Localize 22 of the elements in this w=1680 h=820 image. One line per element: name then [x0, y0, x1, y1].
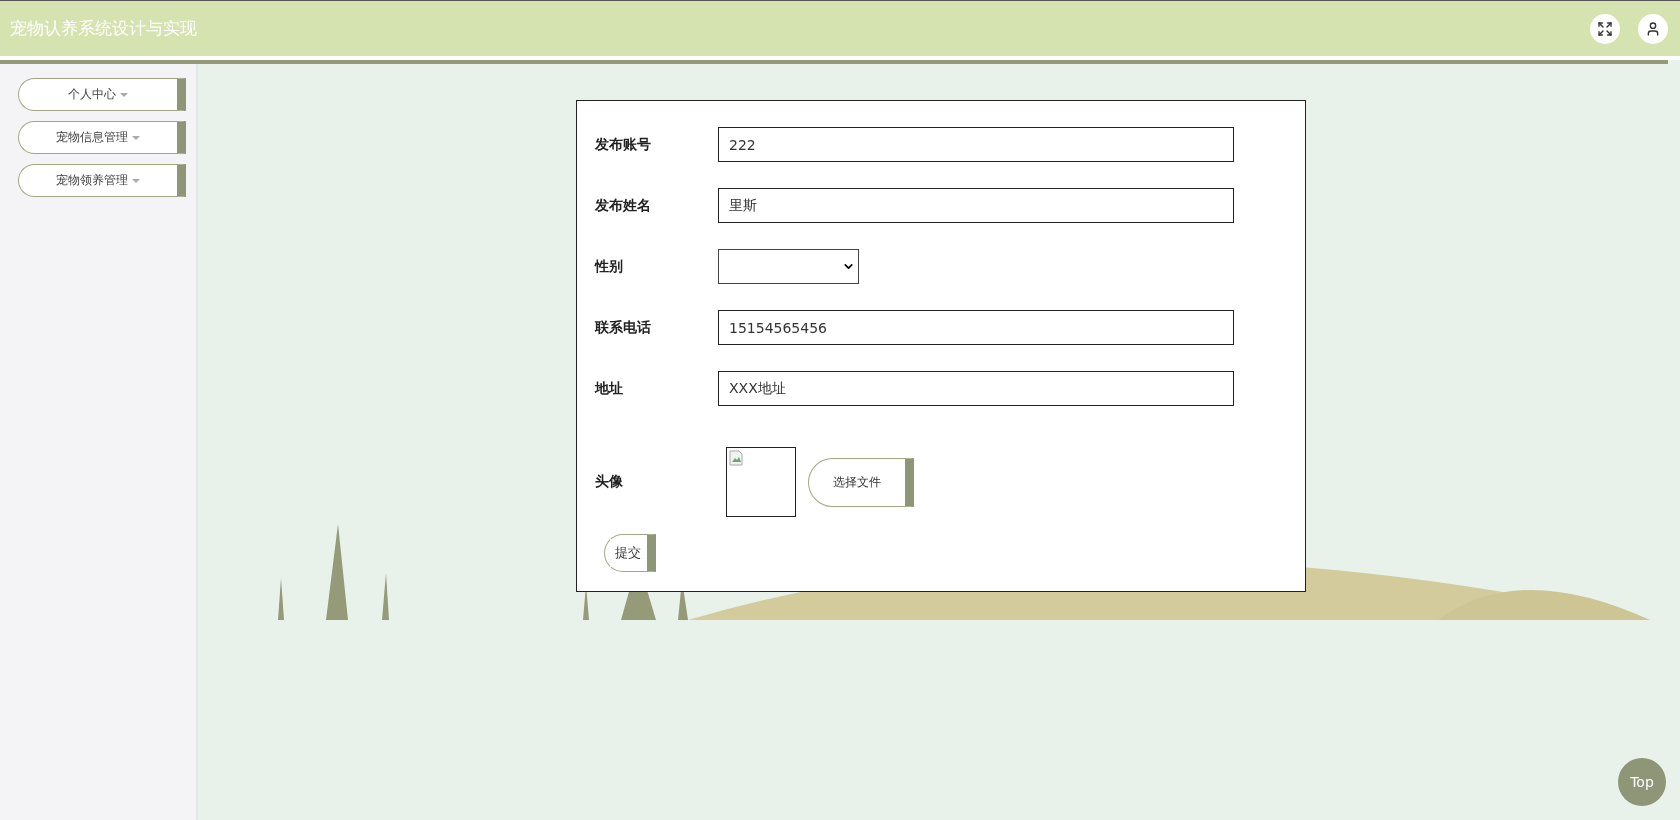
field-label: 性别 — [595, 257, 624, 276]
user-button[interactable] — [1638, 13, 1668, 44]
menu-button[interactable]: 宠物领养管理 — [18, 164, 186, 197]
submit-button[interactable]: 提交 — [604, 534, 656, 572]
input-field[interactable]: 里斯 — [718, 188, 1234, 223]
input-field[interactable]: 222 — [718, 127, 1234, 162]
field-label: 地址 — [595, 379, 624, 398]
input-field[interactable]: XXX地址 — [718, 371, 1234, 406]
user-icon — [1645, 20, 1661, 37]
menu-button[interactable]: 宠物信息管理 — [18, 121, 186, 154]
choose-file-button[interactable]: 选择文件 — [808, 457, 914, 507]
fullscreen-button[interactable] — [1590, 13, 1620, 44]
broken-image-icon — [729, 450, 743, 466]
app-title: 宠物认养系统设计与实现 — [10, 17, 197, 40]
fullscreen-icon — [1597, 20, 1613, 37]
field-label: 头像 — [595, 473, 624, 491]
menu-button[interactable]: 个人中心 — [18, 78, 186, 111]
field-label: 发布账号 — [595, 135, 652, 154]
field-label: 联系电话 — [595, 318, 652, 337]
select-field[interactable] — [718, 249, 859, 284]
input-field[interactable]: 15154565456 — [718, 310, 1234, 345]
field-label: 发布姓名 — [595, 196, 652, 215]
